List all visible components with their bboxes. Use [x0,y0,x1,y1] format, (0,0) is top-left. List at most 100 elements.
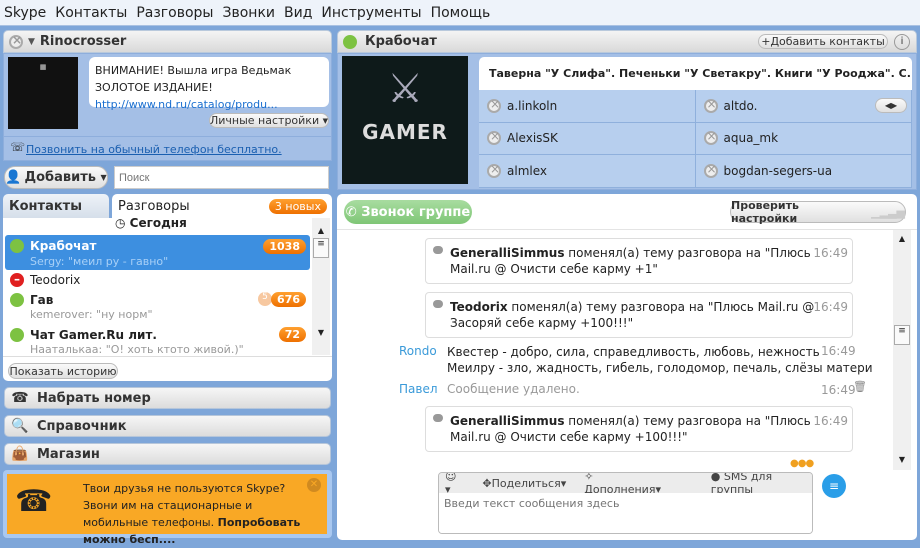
add-contacts-button[interactable]: + Добавить контакты [758,34,888,49]
group-avatar[interactable]: ⚔ GAMER [342,56,468,184]
status-offline-icon [703,162,718,179]
participant[interactable]: almlex [479,155,696,188]
status-online-icon [10,239,24,253]
add-contact-button[interactable]: 👤 Добавить ▼ [4,166,108,189]
message-sender[interactable]: Rondo [399,344,437,358]
conversation-name: Teodorix [30,273,81,287]
status-offline-icon [703,97,718,113]
personal-settings-button[interactable]: Личные настройки ▼ [209,113,329,128]
call-phone-free-link[interactable]: Позвонить на обычный телефон бесплатно. [26,143,282,156]
call-group-button[interactable]: ✆ Звонок группе [344,200,472,224]
status-online-icon [10,293,24,307]
profile-name: Rinocrosser [39,34,127,49]
chat-header: Крабочат + Добавить контакты i [337,30,917,53]
tab-contacts[interactable]: Контакты [3,194,109,218]
list-item[interactable]: Teodorix [5,271,310,289]
participant[interactable]: altdo.◀▶ [695,90,912,123]
sms-icon: ● [710,472,724,483]
deleted-message: Сообщение удалено. [447,382,580,396]
new-count-badge: 3 новых [268,199,327,214]
list-item[interactable]: Крабочат Sergy: "меил ру - гавно" 1038 [5,235,310,270]
puzzle-icon: ✧ [584,472,594,483]
conversation-name: Чат Gamer.Ru лит. [30,328,157,342]
paging-arrows[interactable]: ◀▶ [875,98,907,113]
phone-icon: ☎ [11,390,29,406]
conversation-preview: kemerover: "ну норм" [30,308,153,321]
menu-help[interactable]: Помощь [431,5,491,21]
dial-number-button[interactable]: ☎ Набрать номер [4,387,331,409]
promo-banner: ☎ Твои друзья не пользуются Skype? Звони… [3,470,332,546]
conversation-name: Гав [30,293,54,307]
conversation-list: ◷ Сегодня Крабочат Sergy: "меил ру - гав… [3,216,332,381]
conversation-preview: Sergy: "меил ру - гавно" [30,255,169,268]
chat-title: Крабочат [365,34,437,49]
status-online-icon [10,328,24,342]
mood-message[interactable]: ВНИМАНИЕ! Вышла игра Ведьмак ЗОЛОТОЕ ИЗД… [89,57,329,111]
profile-panel: ▦ ВНИМАНИЕ! Вышла игра Ведьмак ЗОЛОТОЕ И… [3,53,332,161]
participants-grid: a.linkoln altdo.◀▶ AlexisSK aqua_mk alml… [479,90,912,188]
typing-indicator: ●●● [790,458,814,469]
speech-bubble-icon [433,246,443,254]
plus-icon: + [761,35,771,48]
search-icon: 🔍 [11,418,29,434]
send-button[interactable]: ≡ [822,474,846,498]
menu-view[interactable]: Вид [284,5,312,21]
menu-skype[interactable]: Skype [4,5,46,21]
chevron-down-icon: ▼ [322,116,328,125]
list-item[interactable]: Чат Gamer.Ru лит. Нааталькаа: "О! хоть к… [5,325,310,360]
status-dnd-icon [10,272,24,287]
search-input[interactable] [114,166,329,189]
unread-badge: 676 [271,292,306,307]
conversation-preview: Нааталькаа: "О! хоть ктото живой.)" [30,343,244,356]
message-time: 16:49 [821,383,856,397]
status-offline-icon [487,97,501,113]
close-icon[interactable]: ✕ [307,478,321,492]
event-message: GeneralliSimmus поменял(а) тему разговор… [425,238,853,284]
status-offline-icon [487,129,501,146]
participant[interactable]: bogdan-segers-ua [695,155,912,188]
message-composer: ☺ ▾ ✥Поделиться▾ ✧ Дополнения▾ ● SMS для… [438,472,813,534]
check-settings-button[interactable]: Проверить настройки ▁▂▃▅ [730,199,906,225]
menu-bar: Skype Контакты Разговоры Звонки Вид Инст… [0,0,920,26]
directory-button[interactable]: 🔍 Справочник [4,415,331,437]
trash-icon[interactable]: 🗑 [853,380,867,393]
menu-calls[interactable]: Звонки [223,5,276,21]
mood-link[interactable]: http://www.nd.ru/catalog/produ... [95,98,278,111]
list-scrollbar[interactable]: ▲ ≡ ▼ [312,218,330,355]
participant[interactable]: aqua_mk [695,122,912,156]
participant[interactable]: a.linkoln [479,90,696,123]
menu-contacts[interactable]: Контакты [55,5,127,21]
chat-scrollbar[interactable]: ▲ ≡ ▼ [893,230,911,470]
profile-header[interactable]: ▼ Rinocrosser [3,30,332,53]
share-button[interactable]: ✥Поделиться▾ [482,477,566,490]
list-group-header: ◷ Сегодня [115,216,187,230]
list-item[interactable]: Гав kemerover: "ну норм" 5 676 [5,290,310,325]
menu-tools[interactable]: Инструменты [321,5,421,21]
message-text: Квестер - добро, сила, справедливость, л… [447,345,873,375]
group-chat-icon [343,34,357,49]
add-user-icon: 👤 [5,170,22,185]
share-icon: ✥ [482,476,492,490]
menu-conversations[interactable]: Разговоры [136,5,213,21]
mood-text: ВНИМАНИЕ! Вышла игра Ведьмак ЗОЛОТОЕ ИЗД… [95,64,292,94]
chat-topic[interactable]: Таверна "У Слифа". Печеньки "У Светакру"… [479,57,912,90]
show-history-button[interactable]: Показать историю [8,363,118,379]
phone-icon: ☏ [10,140,26,154]
shop-button[interactable]: 👜 Магазин [4,443,331,465]
message-time: 16:49 [821,344,856,358]
phone-icon: ✆ [345,204,362,220]
message-input[interactable] [439,493,812,533]
message-sender[interactable]: Павел [399,382,438,396]
chevron-down-icon: ▼ [28,36,35,47]
tab-conversations[interactable]: Разговоры 3 новых [112,194,332,218]
info-icon[interactable]: i [894,34,910,50]
status-offline-icon [9,33,23,49]
event-message: Teodorix поменял(а) тему разговора на "П… [425,292,853,338]
event-message: GeneralliSimmus поменял(а) тему разговор… [425,406,853,452]
divider [4,136,331,137]
participant[interactable]: AlexisSK [479,122,696,156]
profile-avatar[interactable]: ▦ [8,57,78,129]
vintage-phone-icon: ☎ [15,484,53,519]
chat-info-panel: ⚔ GAMER Таверна "У Слифа". Печеньки "У С… [337,53,917,190]
clock-icon: ◷ [115,216,130,230]
